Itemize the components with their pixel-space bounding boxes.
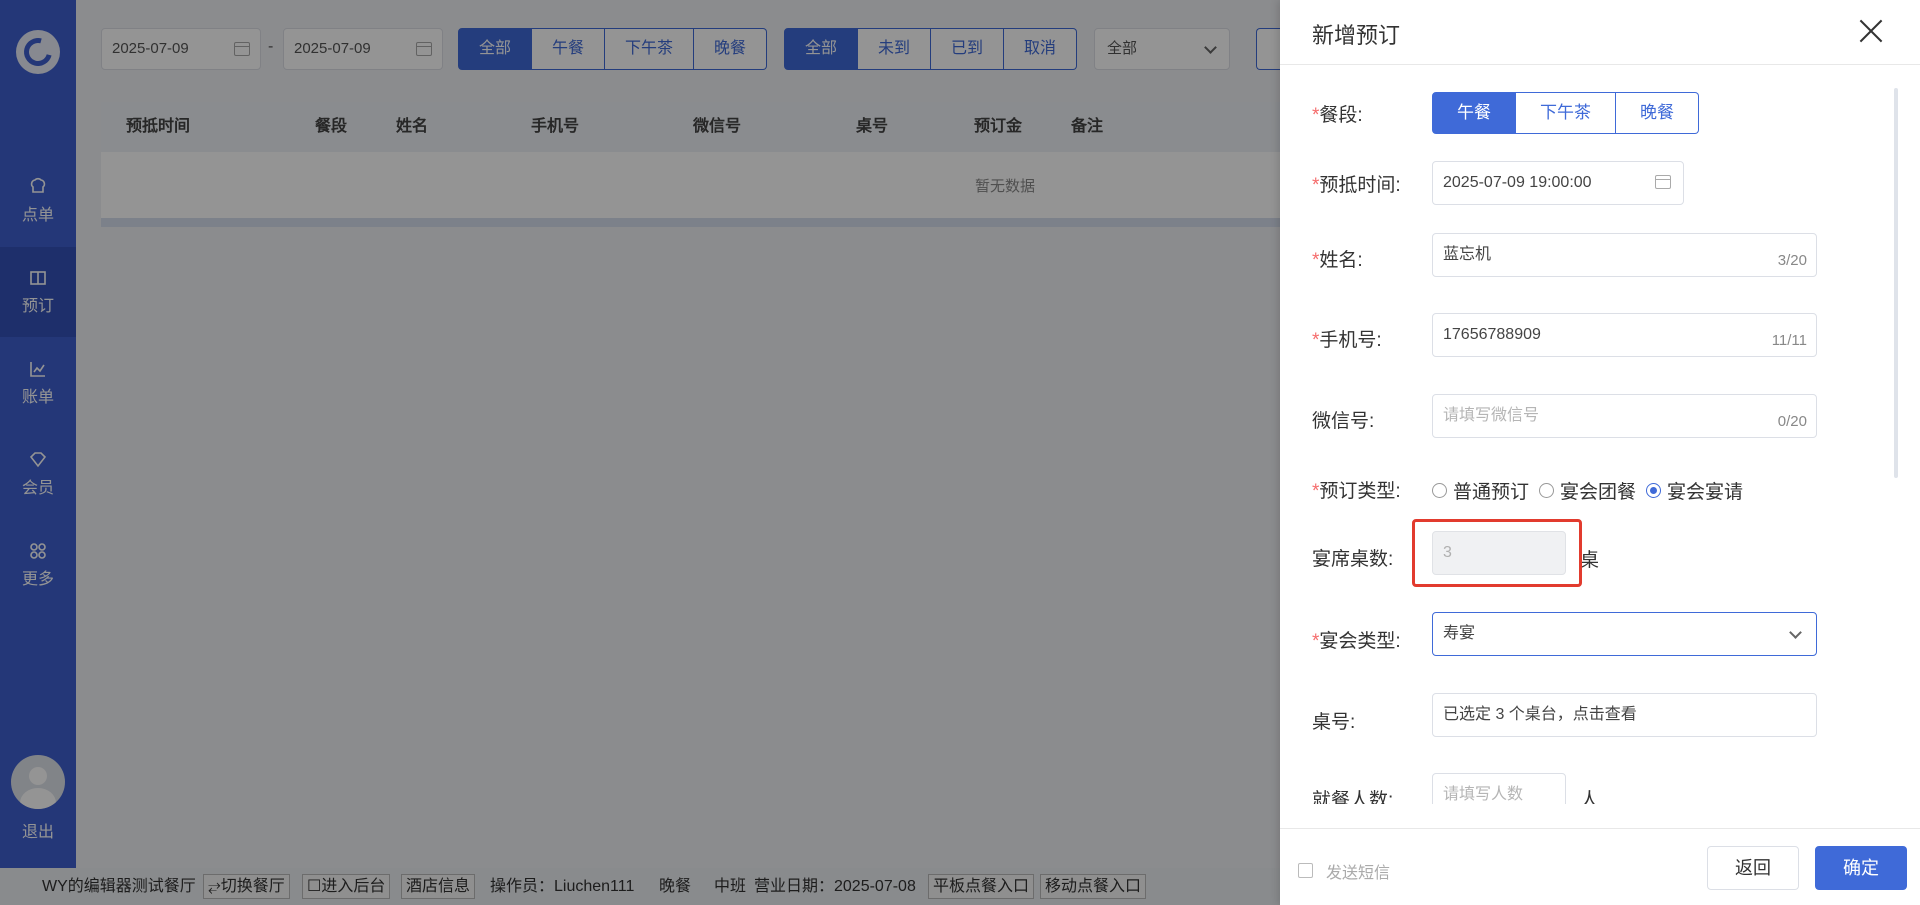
phone-field-label: *手机号:	[1312, 330, 1382, 351]
people-field-label: 就餐人数:	[1312, 790, 1394, 804]
highlight-box	[1412, 519, 1582, 587]
back-button[interactable]: 返回	[1707, 846, 1799, 890]
char-counter: 11/11	[1771, 332, 1807, 349]
confirm-button[interactable]: 确定	[1815, 846, 1907, 890]
people-row: 就餐人数: 请填写人数 人	[1280, 760, 1880, 804]
wechat-input[interactable]: 请填写微信号 0/20	[1432, 394, 1817, 438]
meal-option-tea[interactable]: 下午茶	[1516, 92, 1616, 134]
radio-icon	[1432, 483, 1447, 498]
banquet-type-label: *宴会类型:	[1312, 631, 1401, 652]
type-option-banquet[interactable]: 宴会宴请	[1646, 477, 1743, 504]
time-field-label: *预抵时间:	[1312, 175, 1401, 196]
tables-unit: 桌	[1580, 550, 1600, 571]
radio-checked-icon	[1646, 483, 1662, 498]
drawer-footer: 发送短信 返回 确定	[1280, 828, 1920, 905]
banquet-type-select[interactable]: 寿宴	[1432, 612, 1817, 656]
drawer-scrollbar[interactable]	[1894, 88, 1898, 478]
char-counter: 0/20	[1777, 413, 1807, 430]
meal-option-dinner[interactable]: 晚餐	[1616, 92, 1699, 134]
type-option-group[interactable]: 宴会团餐	[1539, 477, 1636, 504]
new-reservation-drawer: 新增预订 *餐段: 午餐 下午茶 晚餐 *预抵时间: 2025-07-09 19…	[1280, 0, 1920, 905]
radio-icon	[1539, 483, 1555, 498]
drawer-title: 新增预订	[1312, 23, 1401, 48]
tables-field-label: 宴席桌数:	[1312, 549, 1394, 570]
phone-input[interactable]: 17656788909 11/11	[1432, 313, 1817, 357]
meal-segment: 午餐 下午茶 晚餐	[1432, 92, 1699, 134]
divider	[1280, 64, 1920, 65]
people-input[interactable]: 请填写人数	[1432, 773, 1566, 804]
reservation-type-group: 普通预订 宴会团餐 宴会宴请	[1432, 477, 1753, 504]
type-field-label: *预订类型:	[1312, 481, 1401, 502]
chevron-down-icon	[1789, 626, 1802, 639]
arrival-time-input[interactable]: 2025-07-09 19:00:00	[1432, 161, 1684, 205]
close-icon[interactable]	[1858, 18, 1884, 44]
modal-overlay[interactable]	[0, 0, 1280, 905]
table-no-field[interactable]: 已选定 3 个桌台，点击查看	[1432, 693, 1817, 737]
char-counter: 3/20	[1777, 252, 1807, 269]
type-option-normal[interactable]: 普通预订	[1432, 477, 1529, 504]
table-no-label: 桌号:	[1312, 712, 1356, 733]
name-field-label: *姓名:	[1312, 250, 1363, 271]
send-sms-label: 发送短信	[1326, 865, 1391, 882]
meal-field-label: *餐段:	[1312, 105, 1363, 126]
wechat-field-label: 微信号:	[1312, 411, 1375, 432]
calendar-icon	[1655, 175, 1671, 189]
meal-option-lunch[interactable]: 午餐	[1432, 92, 1516, 134]
send-sms-checkbox[interactable]	[1298, 863, 1313, 878]
people-unit: 人	[1580, 790, 1600, 804]
name-input[interactable]: 蓝忘机 3/20	[1432, 233, 1817, 277]
